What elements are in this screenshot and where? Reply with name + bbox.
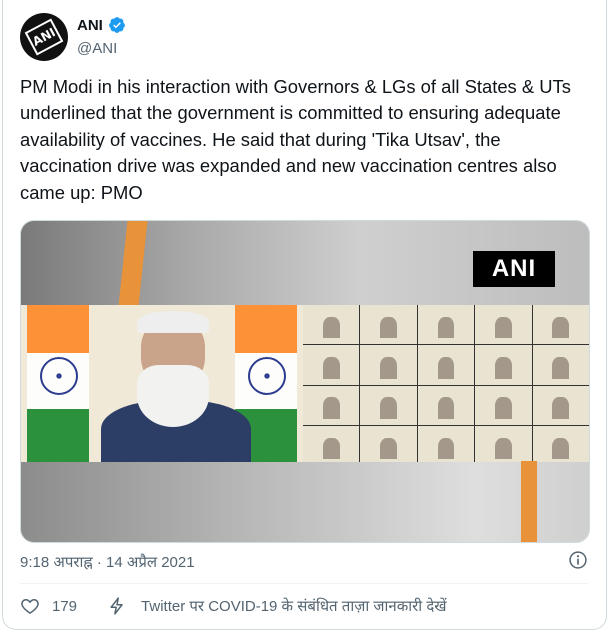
- author-handle[interactable]: @ANI: [77, 40, 117, 57]
- info-icon[interactable]: [568, 550, 588, 570]
- participant-tile: [360, 345, 417, 385]
- participant-tile: [417, 305, 475, 345]
- ani-watermark: ANI: [473, 251, 555, 287]
- participant-tile: [360, 385, 417, 425]
- author-name-row[interactable]: ANI: [77, 16, 126, 34]
- participant-tile: [303, 345, 360, 385]
- participant-tile: [417, 425, 475, 465]
- tweet-actions: 179 Twitter पर COVID-19 के संबंधित ताज़ा…: [20, 596, 447, 616]
- avatar-logo-text: ANI: [30, 25, 58, 49]
- speaker-hair: [137, 311, 209, 333]
- like-button[interactable]: 179: [20, 596, 77, 616]
- participant-tile: [360, 425, 417, 465]
- participants-grid: [303, 305, 589, 465]
- participant-tile: [417, 345, 475, 385]
- participant-tile: [303, 425, 360, 465]
- flag-left: [27, 305, 89, 465]
- participant-tile: [532, 305, 589, 345]
- like-count: 179: [52, 597, 78, 615]
- participant-tile: [303, 385, 360, 425]
- covid-link-text: Twitter पर COVID-19 के संबंधित ताज़ा जान…: [141, 598, 447, 615]
- participant-tile: [532, 345, 589, 385]
- chakra-icon: [40, 357, 78, 395]
- watermark-text: ANI: [491, 255, 537, 282]
- display-name[interactable]: ANI: [77, 17, 103, 34]
- chakra-icon: [248, 357, 286, 395]
- participant-tile: [475, 345, 532, 385]
- media-accent-stripe-bottom: [521, 461, 537, 542]
- participant-tile: [475, 305, 532, 345]
- covid-info-link[interactable]: Twitter पर COVID-19 के संबंधित ताज़ा जान…: [107, 596, 447, 616]
- participant-tile: [417, 385, 475, 425]
- tweet-text: PM Modi in his interaction with Governor…: [20, 76, 571, 203]
- participant-tile: [532, 385, 589, 425]
- participant-tile: [303, 305, 360, 345]
- tweet-timestamp[interactable]: 9:18 अपराह्न · 14 अप्रैल 2021: [20, 552, 195, 572]
- participant-tile: [475, 425, 532, 465]
- participant-tile: [475, 385, 532, 425]
- lightning-icon: [110, 597, 123, 615]
- speaker-beard: [137, 365, 209, 427]
- verified-badge-icon: [108, 17, 125, 33]
- participant-tile: [360, 305, 417, 345]
- speaker-video: [21, 305, 303, 465]
- avatar[interactable]: ANI: [20, 13, 68, 61]
- participant-tile: [532, 425, 589, 465]
- heart-icon: [21, 598, 39, 614]
- divider: [20, 583, 588, 584]
- tweet-media[interactable]: ANI: [20, 220, 590, 543]
- ani-logo-icon: ANI: [24, 18, 64, 56]
- media-background-bottom: [21, 462, 589, 542]
